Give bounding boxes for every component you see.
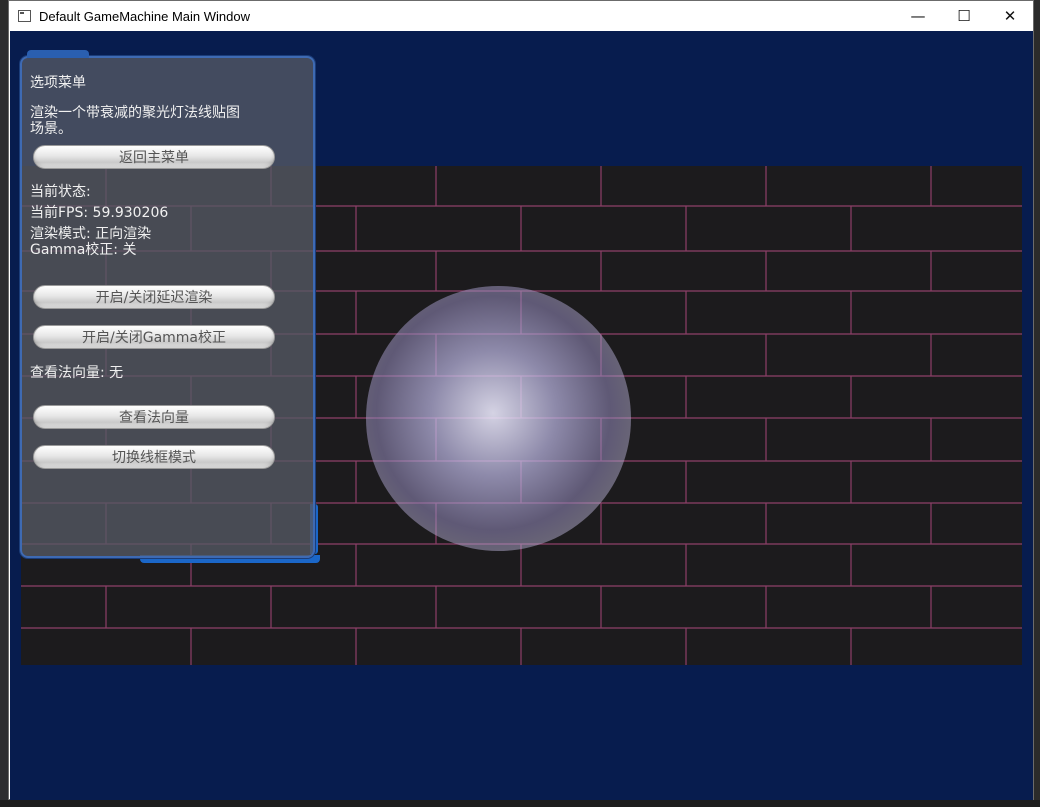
normal-view-status: 查看法向量: 无	[30, 365, 124, 381]
window-controls: — ☐ ✕	[895, 1, 1033, 31]
maximize-button[interactable]: ☐	[941, 1, 987, 31]
minimize-button[interactable]: —	[895, 1, 941, 31]
view-normals-button[interactable]: 查看法向量	[33, 405, 275, 429]
main-window: Default GameMachine Main Window — ☐ ✕ 选项…	[8, 0, 1034, 800]
spotlight	[366, 286, 631, 551]
close-icon: ✕	[1003, 7, 1017, 25]
maximize-icon: ☐	[957, 7, 971, 25]
menu-description-line2: 场景。	[30, 121, 72, 137]
panel-decoration	[27, 50, 89, 58]
window-icon	[18, 10, 31, 22]
menu-title: 选项菜单	[30, 75, 86, 91]
toggle-gamma-correction-button[interactable]: 开启/关闭Gamma校正	[33, 325, 275, 349]
toggle-wireframe-button[interactable]: 切换线框模式	[33, 445, 275, 469]
fps-readout: 当前FPS: 59.930206	[30, 205, 169, 221]
back-to-main-menu-button[interactable]: 返回主菜单	[33, 145, 275, 169]
toggle-deferred-rendering-button[interactable]: 开启/关闭延迟渲染	[33, 285, 275, 309]
status-title: 当前状态:	[30, 184, 91, 200]
window-title: Default GameMachine Main Window	[39, 8, 250, 24]
gamma-status: Gamma校正: 关	[30, 242, 137, 258]
title-bar[interactable]: Default GameMachine Main Window — ☐ ✕	[9, 1, 1033, 31]
render-viewport[interactable]: 选项菜单 渲染一个带衰减的聚光灯法线贴图 场景。 返回主菜单 当前状态: 当前F…	[10, 31, 1033, 800]
menu-description-line1: 渲染一个带衰减的聚光灯法线贴图	[30, 105, 240, 121]
background-console-strip	[0, 30, 8, 800]
minimize-icon: —	[910, 7, 926, 25]
background-console-strip	[0, 800, 1040, 807]
close-button[interactable]: ✕	[987, 1, 1033, 31]
options-menu-panel: 选项菜单 渲染一个带衰减的聚光灯法线贴图 场景。 返回主菜单 当前状态: 当前F…	[20, 50, 315, 558]
render-mode-status: 渲染模式: 正向渲染	[30, 226, 152, 242]
